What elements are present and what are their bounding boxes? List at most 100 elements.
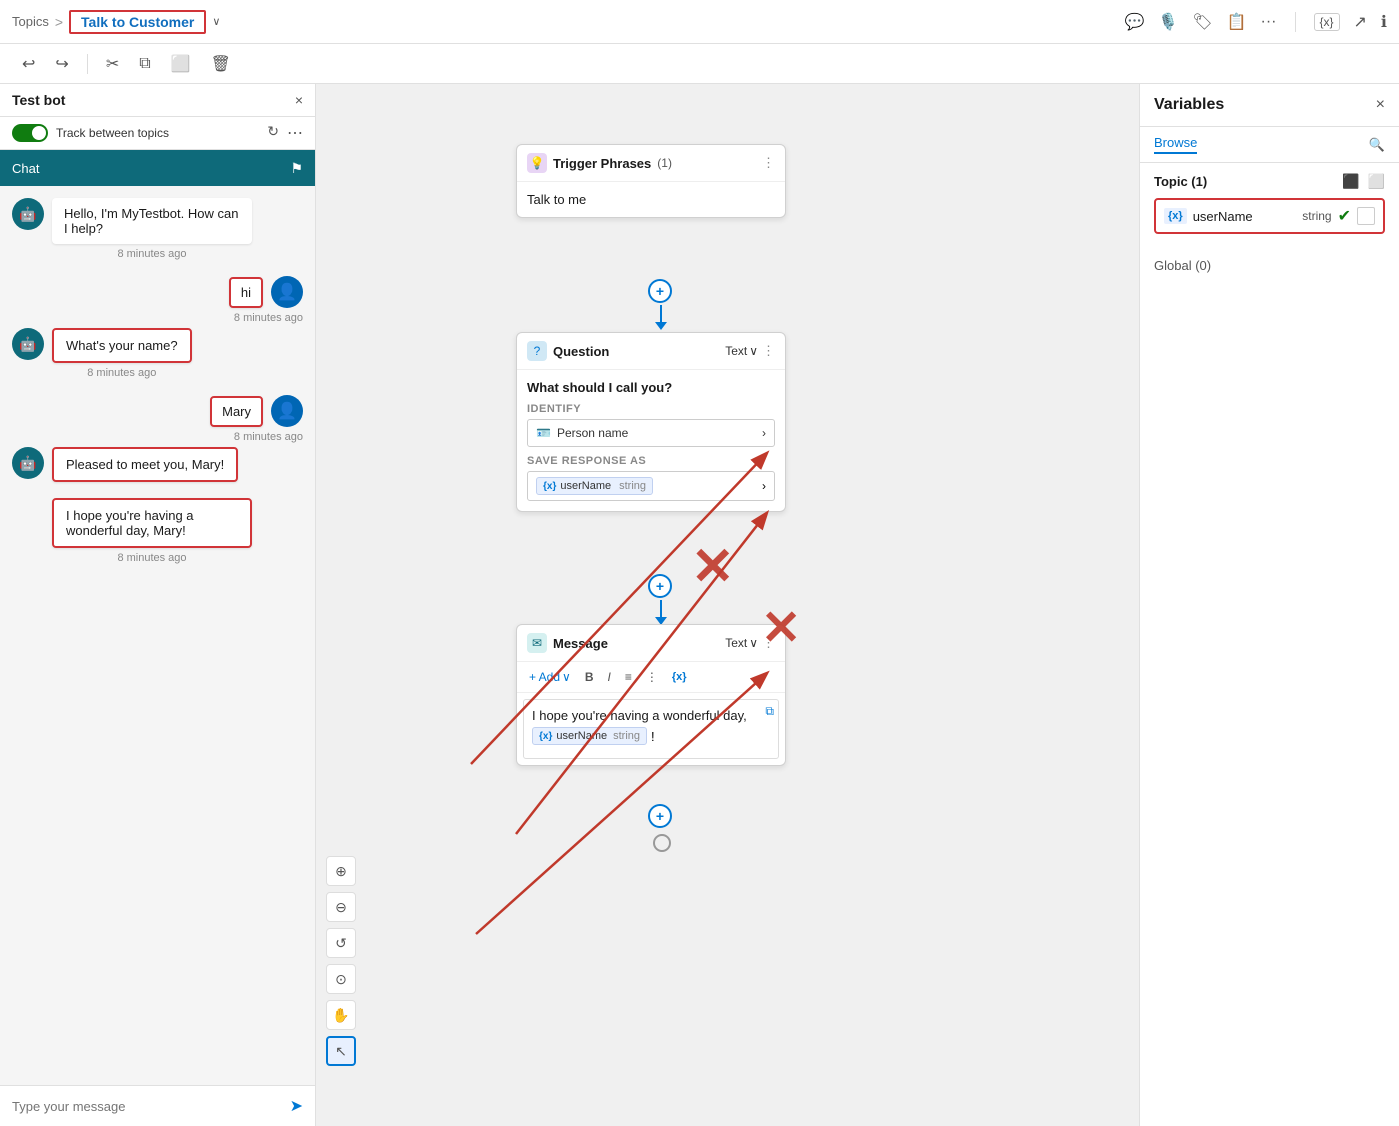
paste-button[interactable]: ⬜ (165, 50, 197, 78)
user-bubble-1: hi (229, 277, 263, 308)
user-message-1: hi 👤 8 minutes ago (12, 276, 303, 324)
top-nav-icons: 💬 🎙️ 🏷 📋 ··· {x} ↗ ℹ (1124, 12, 1387, 32)
align-button[interactable]: ≡ (621, 668, 636, 686)
var-section-icons: ⬛ ⬜ (1342, 173, 1385, 190)
message-text-dropdown[interactable]: Text ∨ (725, 636, 758, 650)
chat-panel-header: Test bot × (0, 84, 315, 117)
user-avatar-1: 👤 (271, 276, 303, 308)
more-options-icon[interactable]: ⋯ (287, 123, 303, 143)
identify-value: Person name (557, 426, 628, 440)
main-area: Test bot × Track between topics ↻ ⋯ Chat… (0, 84, 1399, 1126)
tag-icon[interactable]: 🏷 (1192, 12, 1212, 32)
breadcrumb-separator: > (55, 14, 63, 30)
message-node-left: ✉ Message (527, 633, 608, 653)
connector-plus-1[interactable]: + (648, 279, 672, 303)
flow-canvas: 💡 Trigger Phrases (1) ⋮ Talk to me + (316, 84, 1139, 1126)
add-button[interactable]: + Add ∨ (525, 668, 575, 686)
chevron-down-icon[interactable]: ∨ (212, 15, 220, 28)
chat-input[interactable] (12, 1099, 290, 1114)
message-more-icon[interactable]: ⋮ (762, 635, 775, 651)
mic-icon[interactable]: 🎙️ (1158, 12, 1178, 32)
zoom-out-button[interactable]: ⊖ (326, 892, 356, 922)
canvas-area[interactable]: 💡 Trigger Phrases (1) ⋮ Talk to me + (316, 84, 1139, 1126)
delete-button[interactable]: 🗑 (205, 50, 237, 78)
bold-button[interactable]: B (581, 668, 598, 686)
var-icon[interactable]: {x} (1314, 13, 1340, 31)
close-icon[interactable]: × (295, 92, 303, 108)
message-format: Text ∨ ⋮ (725, 635, 775, 651)
var-item-box[interactable] (1357, 207, 1375, 225)
var-item-check-icon[interactable]: ✔ (1338, 206, 1351, 226)
trigger-more-icon[interactable]: ⋮ (762, 155, 775, 171)
connector-plus-3[interactable]: + (648, 804, 672, 828)
flag-icon[interactable]: ⚑ (290, 160, 303, 177)
bot-message-3: 🤖 Pleased to meet you, Mary! (12, 447, 303, 482)
chat-panel: Test bot × Track between topics ↻ ⋯ Chat… (0, 84, 316, 1126)
analytics-icon[interactable]: ↗ (1354, 12, 1367, 32)
toolbar-separator (87, 54, 88, 74)
chat-tab[interactable]: Chat (12, 161, 39, 176)
save-response-select[interactable]: {x} userName string › (527, 471, 775, 501)
bot-title: Test bot (12, 92, 65, 108)
var-insert-button[interactable]: {x} (668, 669, 691, 685)
breadcrumb: Topics > Talk to Customer ∨ (12, 10, 1118, 34)
copy-content-icon[interactable]: ⧉ (765, 704, 774, 719)
connector-arrow-1 (655, 322, 667, 330)
text-dropdown[interactable]: Text ∨ (725, 344, 758, 358)
toolbar: ↩ ↪ ✂ ⧉ ⬜ 🗑 (0, 44, 1399, 84)
select-button[interactable]: ↖ (326, 1036, 356, 1066)
list-button[interactable]: ⋮ (642, 668, 662, 686)
cut-button[interactable]: ✂ (100, 50, 125, 78)
pan-button[interactable]: ✋ (326, 1000, 356, 1030)
user-msg-row-1: hi 👤 (229, 276, 303, 308)
send-icon[interactable]: ➤ (290, 1096, 303, 1116)
refresh-icon[interactable]: ↻ (267, 123, 279, 143)
copy-icon[interactable]: 📋 (1227, 12, 1247, 32)
message-icon: ✉ (527, 633, 547, 653)
trigger-icon: 💡 (527, 153, 547, 173)
message-text: I hope you're having a wonderful day, (532, 708, 770, 723)
italic-button[interactable]: I (604, 668, 615, 686)
var-section-header: Topic (1) ⬛ ⬜ (1154, 173, 1385, 190)
chevron-right-icon: › (762, 426, 766, 440)
question-node: ? Question Text ∨ ⋮ What should I call y… (516, 332, 786, 512)
question-more-icon[interactable]: ⋮ (762, 343, 775, 359)
message-text-2: ! (651, 729, 655, 744)
more-icon[interactable]: ··· (1261, 13, 1277, 31)
redo-button[interactable]: ↪ (49, 50, 74, 78)
connector-plus-2[interactable]: + (648, 574, 672, 598)
zoom-in-button[interactable]: ⊕ (326, 856, 356, 886)
var-tab-browse[interactable]: Browse (1154, 135, 1197, 154)
question-title: Question (553, 344, 609, 359)
breadcrumb-topics[interactable]: Topics (12, 14, 49, 29)
breadcrumb-current[interactable]: Talk to Customer (69, 10, 206, 34)
info-icon[interactable]: ℹ (1381, 12, 1387, 32)
var-panel-title: Variables (1154, 96, 1224, 114)
bot-message-2: 🤖 What's your name? 8 minutes ago (12, 328, 303, 379)
chat-icon[interactable]: 💬 (1124, 12, 1144, 32)
var-x-label: {x} (543, 481, 556, 492)
identify-label: Identify (527, 403, 775, 415)
trigger-title: Trigger Phrases (553, 156, 651, 171)
reset-view-button[interactable]: ↺ (326, 928, 356, 958)
center-button[interactable]: ⊙ (326, 964, 356, 994)
svg-text:✕: ✕ (691, 538, 735, 596)
identify-select[interactable]: 🪪 Person name › (527, 419, 775, 447)
question-node-header: ? Question Text ∨ ⋮ (517, 333, 785, 370)
var-type: string (619, 480, 646, 492)
message-node-header: ✉ Message Text ∨ ⋮ (517, 625, 785, 662)
var-tabs: Browse 🔍 (1140, 127, 1399, 163)
var-export-icon[interactable]: ⬛ (1342, 173, 1359, 190)
var-panel-close-icon[interactable]: × (1376, 96, 1385, 114)
copy-button[interactable]: ⧉ (133, 51, 156, 77)
var-item-name: userName (1193, 209, 1297, 224)
undo-button[interactable]: ↩ (16, 50, 41, 78)
annotations-overlay: ✕ ✕ (316, 84, 1139, 1126)
user-avatar-2: 👤 (271, 395, 303, 427)
header-icons: × (295, 92, 303, 108)
bot-bubble-2: What's your name? (52, 328, 192, 363)
var-search-icon[interactable]: 🔍 (1369, 137, 1385, 153)
var-import-icon[interactable]: ⬜ (1368, 173, 1385, 190)
var-section-title: Topic (1) (1154, 174, 1207, 189)
track-toggle-switch[interactable] (12, 124, 48, 142)
